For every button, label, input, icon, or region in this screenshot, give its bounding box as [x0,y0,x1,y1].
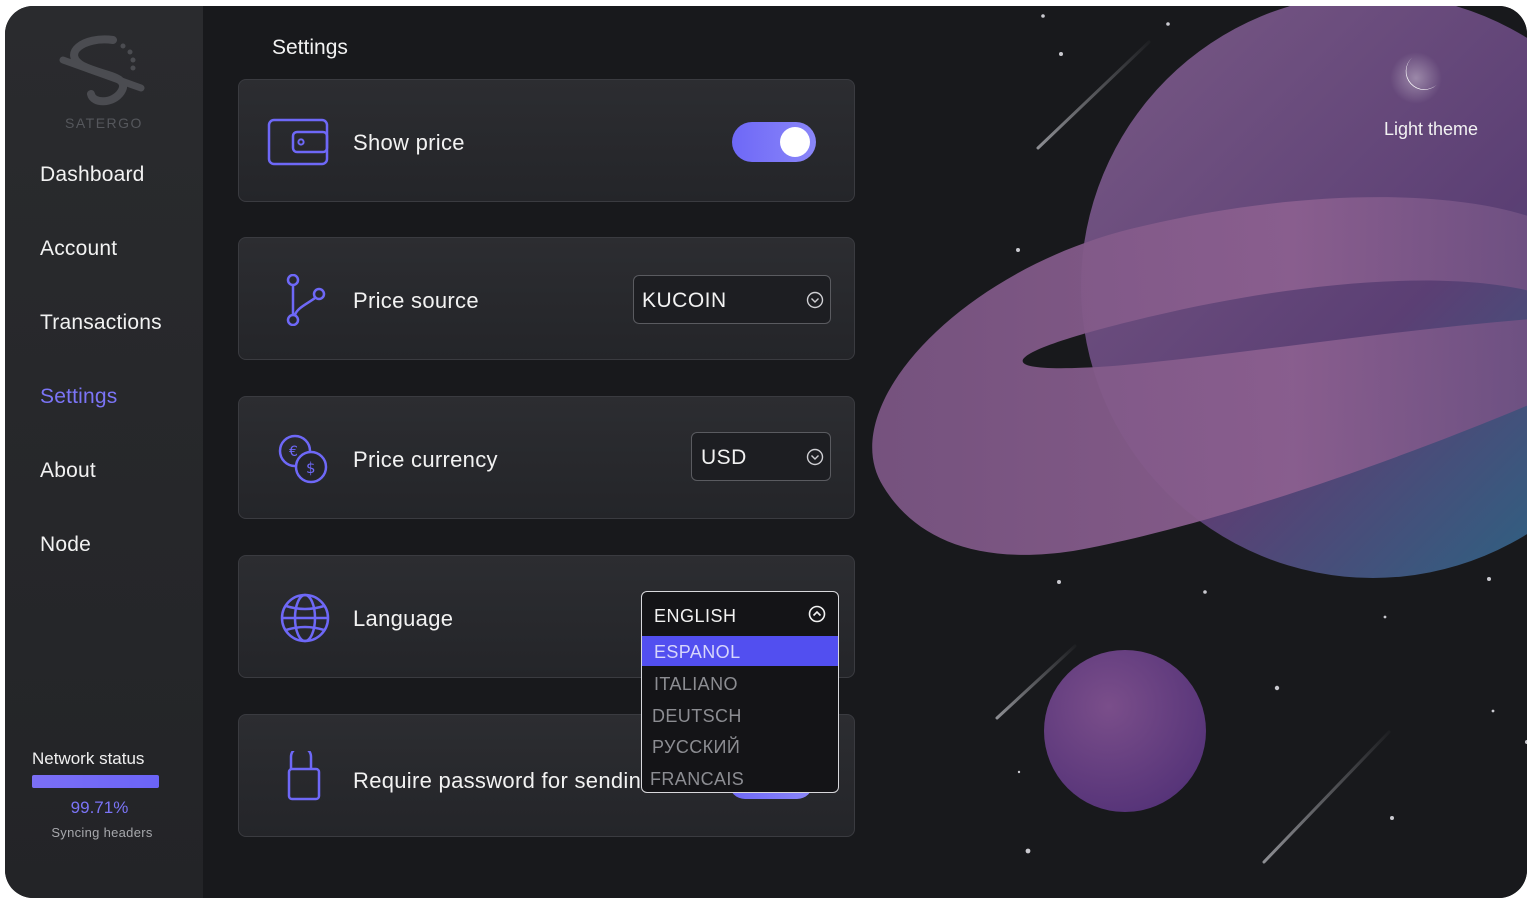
network-sync-status: Syncing headers [51,825,153,840]
price-source-value: KUCOIN [642,289,727,312]
currency-exchange-icon: € $ [278,434,328,484]
svg-text:€: € [289,444,298,460]
logo-text: SATERGO [65,115,143,131]
page-title: Settings [272,36,348,59]
network-status-label: Network status [32,749,145,768]
language-option-italiano[interactable]: ITALIANO [642,668,838,698]
language-dropdown[interactable]: ENGLISH ESPANOL ITALIANO DEUTSCH РУССКИЙ… [641,591,839,793]
show-price-toggle[interactable] [732,122,816,162]
network-progress-bar [32,775,159,788]
sidebar: SATERGO Dashboard Account Transactions S… [5,6,203,898]
network-percent: 99.71% [70,798,129,817]
require-password-label: Require password for sending [353,768,654,793]
sidebar-item-dashboard[interactable]: Dashboard [40,163,145,187]
language-option-espanol[interactable]: ESPANOL [642,636,838,666]
globe-icon [280,593,330,643]
price-source-card: Price source KUCOIN [238,237,855,360]
chevron-down-icon [806,448,824,466]
wallet-icon [267,118,329,166]
language-value: ENGLISH [654,606,737,626]
app-window: SATERGO Dashboard Account Transactions S… [5,6,1527,898]
network-progress-fill [32,775,159,788]
language-option-francais[interactable]: FRANCAIS [642,763,838,792]
price-currency-value: USD [701,446,747,469]
sidebar-item-transactions[interactable]: Transactions [40,311,162,335]
lock-icon [287,751,321,801]
toggle-knob [780,127,810,157]
language-label: Language [353,606,454,631]
language-option-deutsch[interactable]: DEUTSCH [642,700,838,730]
price-currency-label: Price currency [353,447,498,472]
light-theme-label[interactable]: Light theme [1361,119,1501,140]
sidebar-item-about[interactable]: About [40,459,96,483]
price-source-select[interactable]: KUCOIN [633,275,831,324]
price-currency-card: € $ Price currency USD [238,396,855,519]
branch-icon [286,274,326,326]
moon-icon[interactable] [1381,38,1451,118]
show-price-label: Show price [353,130,465,155]
price-currency-select[interactable]: USD [691,432,831,481]
language-option-russian[interactable]: РУССКИЙ [642,731,838,761]
show-price-card: Show price [238,79,855,202]
price-source-label: Price source [353,288,479,313]
main-panel: Settings Show price Price source KUCOIN … [203,6,1527,898]
sidebar-item-account[interactable]: Account [40,237,117,261]
chevron-down-icon [806,291,824,309]
language-select[interactable]: ENGLISH [642,592,838,636]
sidebar-item-settings[interactable]: Settings [40,385,117,409]
sidebar-item-node[interactable]: Node [40,533,91,557]
chevron-up-icon [808,605,826,623]
svg-text:$: $ [306,459,316,477]
